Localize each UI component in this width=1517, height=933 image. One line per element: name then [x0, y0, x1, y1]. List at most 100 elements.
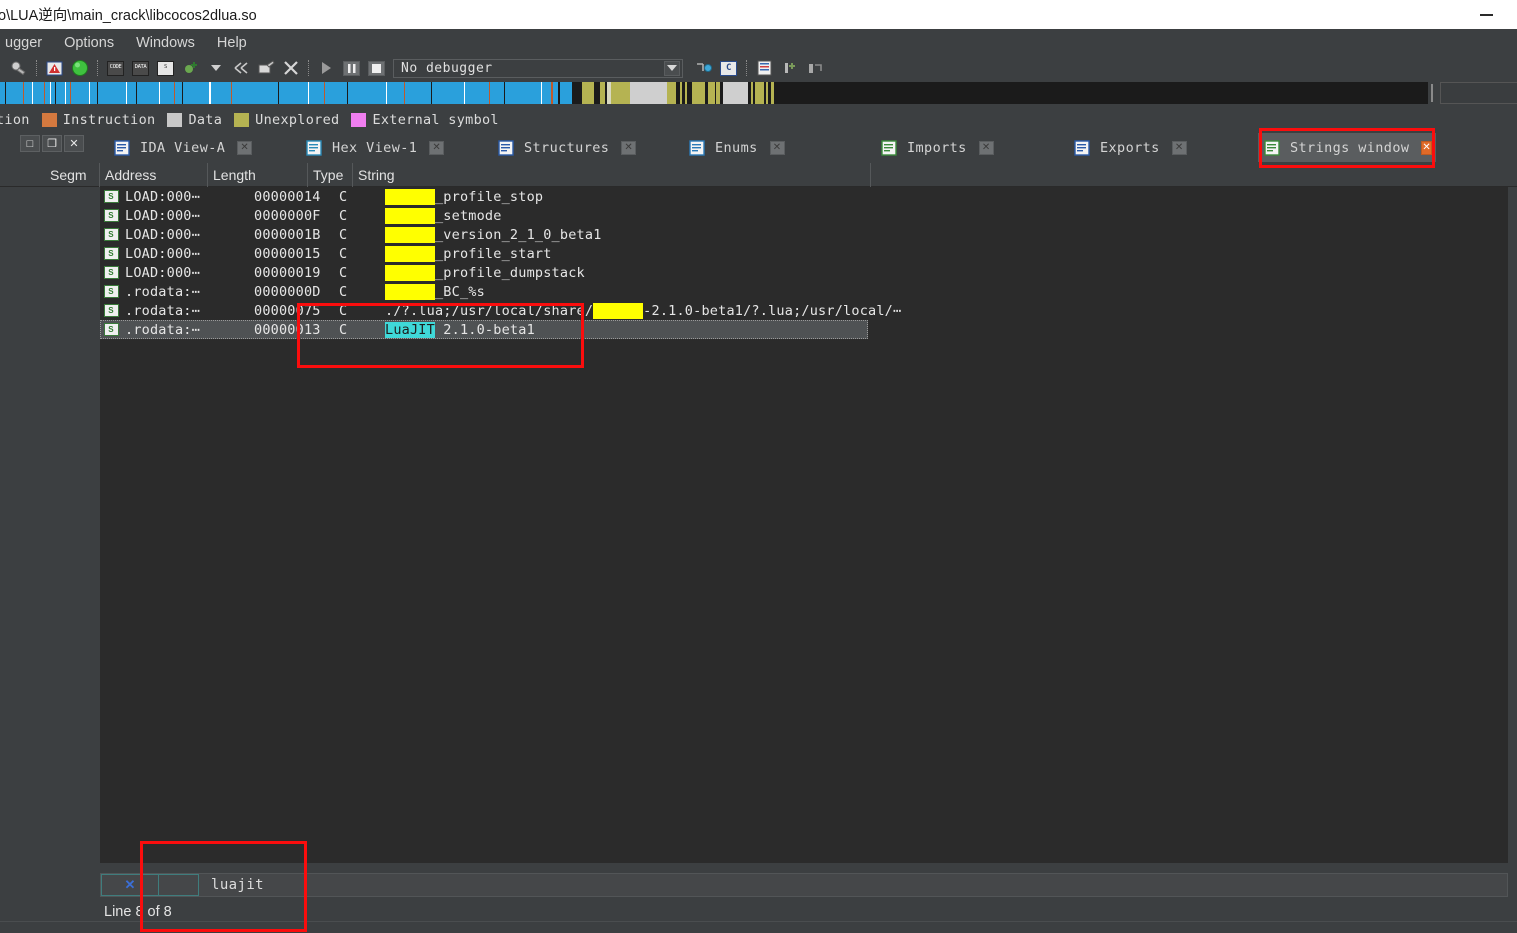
table-row[interactable]: S LOAD:000⋯ 0000001B C LuaJIT_version_2_1_0_… — [100, 225, 1508, 244]
new-breakpoint-icon[interactable] — [179, 58, 202, 78]
open-file-icon[interactable] — [7, 58, 30, 78]
tab-imports[interactable]: Imports ✕ — [875, 133, 1050, 162]
navigator-segment — [183, 82, 209, 104]
column-header-length[interactable]: Length — [208, 163, 308, 187]
column-header-address[interactable]: Address — [100, 163, 208, 187]
navigator-segment — [387, 82, 405, 104]
close-icon[interactable]: ✕ — [1171, 140, 1187, 155]
window-close-button[interactable]: ✕ — [64, 135, 84, 152]
warning-triangle-icon[interactable] — [43, 58, 66, 78]
string-rest: _version_2_1_0_beta1 — [434, 226, 602, 243]
window-restore-button[interactable]: ❐ — [42, 135, 62, 152]
tab-enums[interactable]: Enums ✕ — [683, 133, 855, 162]
close-icon[interactable]: ✕ — [769, 140, 785, 155]
tab-label: Strings window — [1290, 139, 1410, 156]
close-icon[interactable]: ✕ — [101, 874, 159, 896]
debugger-select[interactable]: No debugger — [393, 58, 683, 78]
delete-icon[interactable] — [279, 58, 302, 78]
table-row[interactable]: S LOAD:000⋯ 00000014 C LuaJIT_profile_stop — [100, 187, 1508, 206]
menu-debugger[interactable]: ugger — [0, 33, 53, 53]
navigator-segment — [32, 82, 44, 104]
run-icon[interactable] — [315, 58, 338, 78]
menu-help[interactable]: Help — [206, 33, 258, 53]
cell-string: LuaJIT_profile_dumpstack — [385, 264, 1508, 281]
title-bar: o\LUA逆向\main_crack\libcocos2dlua.so — [0, 0, 1517, 29]
menu-windows[interactable]: Windows — [125, 33, 206, 53]
close-icon[interactable]: ✕ — [237, 140, 253, 155]
strings-list[interactable]: S LOAD:000⋯ 00000014 C LuaJIT_profile_stop S L… — [0, 187, 1517, 863]
toolbar-separator-2 — [97, 60, 98, 76]
imports-icon — [881, 139, 897, 156]
toolbar-dropdown-arrow-icon[interactable] — [204, 58, 227, 78]
navigator-segment — [232, 82, 243, 104]
close-icon[interactable]: ✕ — [621, 140, 637, 155]
navigator-segment — [210, 82, 232, 104]
step-into-icon[interactable] — [692, 58, 715, 78]
legend-label-external-symbol: External symbol — [372, 112, 499, 128]
navigator-segment — [667, 82, 677, 104]
tab-exports[interactable]: Exports ✕ — [1068, 133, 1243, 162]
jump-xref-icon[interactable] — [229, 58, 252, 78]
string-match-highlight: LuaJIT — [385, 264, 435, 281]
green-circle-run-icon[interactable] — [68, 58, 91, 78]
edit-function-icon[interactable] — [254, 58, 277, 78]
table-row[interactable]: S LOAD:000⋯ 00000019 C LuaJIT_profile_dumpst… — [100, 263, 1508, 282]
column-header-segm[interactable]: Segm — [45, 163, 100, 187]
table-row[interactable]: S LOAD:000⋯ 00000015 C LuaJIT_profile_start — [100, 244, 1508, 263]
list-view-icon[interactable] — [753, 58, 776, 78]
navigator-cursor — [1431, 84, 1433, 102]
cell-segment: LOAD:000⋯ — [125, 264, 200, 281]
tab-bar: □ ❐ ✕ IDA View-A ✕ Hex View-1 ✕ Structures ✕ E… — [0, 133, 1517, 163]
window-minimize-icon[interactable] — [1473, 6, 1499, 24]
navigator-segment — [6, 82, 24, 104]
cell-address-length: 00000014 — [254, 188, 321, 205]
string-rest: _profile_start — [434, 245, 552, 262]
pause-icon[interactable] — [340, 58, 363, 78]
step-out-icon[interactable] — [803, 58, 826, 78]
column-header-string[interactable]: String — [353, 163, 871, 187]
strings-filter-input[interactable]: luajit — [199, 874, 1507, 896]
step-over-icon[interactable] — [778, 58, 801, 78]
cell-address-length: 0000001B — [254, 226, 321, 243]
cell-string: LuaJIT_profile_start — [385, 245, 1508, 262]
list-left-gutter — [0, 187, 100, 863]
cpp-source-icon[interactable]: C — [717, 58, 740, 78]
close-icon[interactable]: ✕ — [978, 140, 994, 155]
tab-ida-view-a[interactable]: IDA View-A ✕ — [108, 133, 293, 162]
navigator-band — [0, 80, 1517, 107]
toolbar-separator-4 — [746, 60, 747, 76]
tab-label: Enums — [715, 139, 758, 156]
stop-icon[interactable] — [365, 58, 388, 78]
string-match-highlight: LuaJIT — [385, 188, 435, 205]
make-code-icon[interactable]: CODE — [104, 58, 127, 78]
tab-structures[interactable]: Structures ✕ — [492, 133, 667, 162]
filter-spacer — [159, 874, 199, 896]
strings-filter-bar[interactable]: ✕ luajit — [100, 873, 1508, 897]
cell-segment: LOAD:000⋯ — [125, 245, 200, 262]
navigator-segment — [582, 82, 595, 104]
close-icon[interactable]: ✕ — [429, 140, 445, 155]
navigator-segment — [325, 82, 348, 104]
cell-segment: LOAD:000⋯ — [125, 226, 200, 243]
navigator-legend: tion Instruction Data Unexplored Externa… — [0, 107, 1517, 133]
enums-icon — [689, 139, 705, 156]
chevron-down-icon[interactable] — [664, 60, 680, 76]
column-header-type[interactable]: Type — [308, 163, 353, 187]
string-type-icon: S — [100, 190, 122, 203]
close-icon[interactable]: ✕ — [1421, 140, 1433, 155]
table-row[interactable]: S LOAD:000⋯ 0000000F C LuaJIT_setmode — [100, 206, 1508, 225]
tab-hex-view-1[interactable]: Hex View-1 ✕ — [300, 133, 482, 162]
navigator-overview-box[interactable] — [1440, 82, 1517, 104]
window-minimize-button[interactable]: □ — [20, 135, 40, 152]
menu-options[interactable]: Options — [53, 33, 125, 53]
cell-type: C — [339, 321, 348, 338]
table-row[interactable]: S .rodata:⋯ 00000013 C LuaJIT 2.1.0-beta1 — [100, 320, 868, 339]
navigator-segment — [490, 82, 505, 104]
make-struct-icon[interactable]: S — [154, 58, 177, 78]
legend-trailing-text: tion — [0, 112, 30, 128]
make-data-icon[interactable]: DATA — [129, 58, 152, 78]
table-row[interactable]: S .rodata:⋯ 0000000D C LuaJIT_BC_%s — [100, 282, 1508, 301]
navigator-strip[interactable] — [0, 82, 1428, 104]
tab-strings-window[interactable]: Strings window ✕ — [1258, 133, 1436, 162]
table-row[interactable]: S .rodata:⋯ 00000075 C ./?.lua;/usr/local/sh… — [100, 301, 1508, 320]
